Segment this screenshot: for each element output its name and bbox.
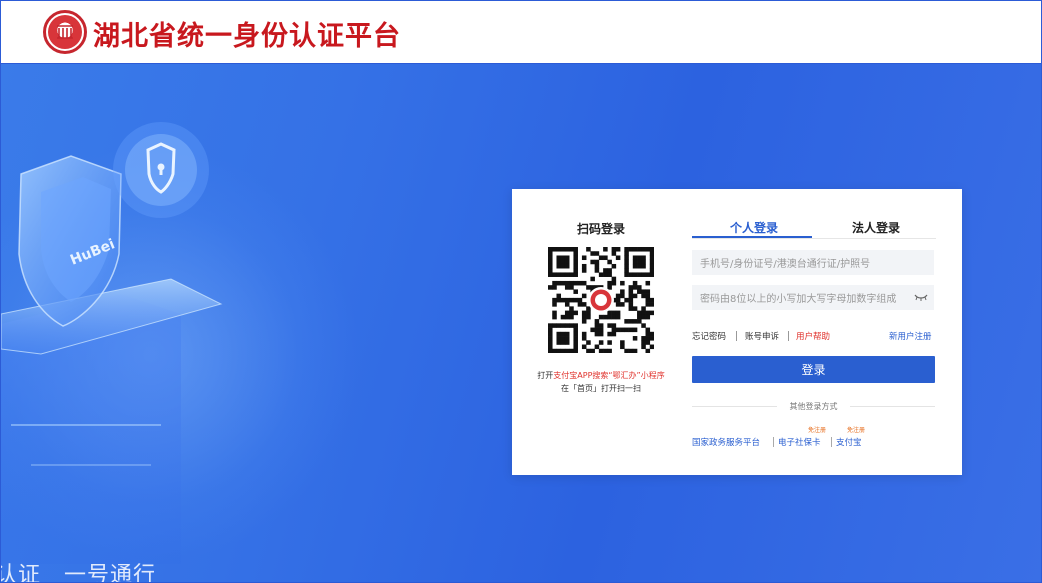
password-placeholder: 密码由8位以上的小写加大写字母加数字组成	[700, 294, 897, 305]
emblem-icon	[48, 15, 82, 49]
platform-slogan: 认证 一号通行	[0, 563, 157, 583]
qr-login-title: 扫码登录	[576, 222, 625, 236]
account-appeal-link[interactable]: 账号申诉	[745, 330, 779, 342]
login-tabs: 个人登录 法人登录	[692, 215, 936, 239]
qr-login-panel: 扫码登录 打开支付宝APP搜索“鄂汇办”小程序 在「首页」打开扫一扫	[512, 189, 690, 475]
site-title: 湖北省统一身份认证平台	[93, 21, 401, 52]
tab-corporate-login[interactable]: 法人登录	[852, 219, 900, 236]
other-login-divider: 其他登录方式	[692, 401, 935, 413]
qr-hint-line1: 打开支付宝APP搜索“鄂汇办”小程序	[512, 370, 690, 381]
no-register-badge: 免注册	[808, 427, 827, 434]
alt-login-divider	[831, 437, 832, 447]
forgot-password-link[interactable]: 忘记密码	[692, 330, 726, 342]
qr-hint-highlight: 支付宝APP搜索“鄂汇办”小程序	[553, 371, 665, 380]
tab-personal-login[interactable]: 个人登录	[730, 219, 778, 236]
gov-service-login[interactable]: 国家政务服务平台	[692, 436, 760, 448]
username-placeholder: 手机号/身份证号/港澳台通行证/护照号	[700, 259, 871, 270]
eye-closed-icon[interactable]	[914, 292, 928, 302]
user-help-link[interactable]: 用户帮助	[796, 330, 830, 342]
site-header: 湖北省统一身份认证平台	[1, 1, 1041, 64]
qr-code[interactable]	[548, 247, 654, 353]
login-links: 忘记密码 账号申诉 用户帮助 新用户注册	[692, 330, 936, 344]
qr-hint-line2: 在「首页」打开扫一扫	[561, 384, 641, 393]
password-input[interactable]: 密码由8位以上的小写加大写字母加数字组成	[692, 285, 934, 310]
username-input[interactable]: 手机号/身份证号/港澳台通行证/护照号	[692, 250, 934, 275]
no-register-badge: 免注册	[847, 427, 866, 434]
site-logo	[43, 10, 87, 54]
active-tab-indicator	[692, 236, 812, 238]
alt-login-options: 国家政务服务平台 免注册 电子社保卡 免注册 支付宝	[692, 425, 935, 451]
security-illustration: HuBei	[1, 122, 223, 564]
divider-line-right	[850, 406, 935, 407]
alt-login-divider	[773, 437, 774, 447]
login-card: 扫码登录 打开支付宝APP搜索“鄂汇办”小程序 在「首页」打开扫一扫 个人登录 …	[512, 189, 962, 475]
register-link[interactable]: 新用户注册	[889, 330, 932, 342]
qr-hint-prefix: 打开	[537, 371, 554, 380]
alipay-login[interactable]: 支付宝	[836, 436, 862, 448]
page-frame: HuBei 认证 一号通行 湖北省统一身份认证平台 扫码登录 打开支付宝APP搜…	[0, 0, 1042, 583]
link-divider	[736, 331, 737, 341]
link-divider	[788, 331, 789, 341]
social-security-card-login[interactable]: 电子社保卡	[778, 436, 821, 448]
login-button[interactable]: 登录	[692, 356, 935, 383]
